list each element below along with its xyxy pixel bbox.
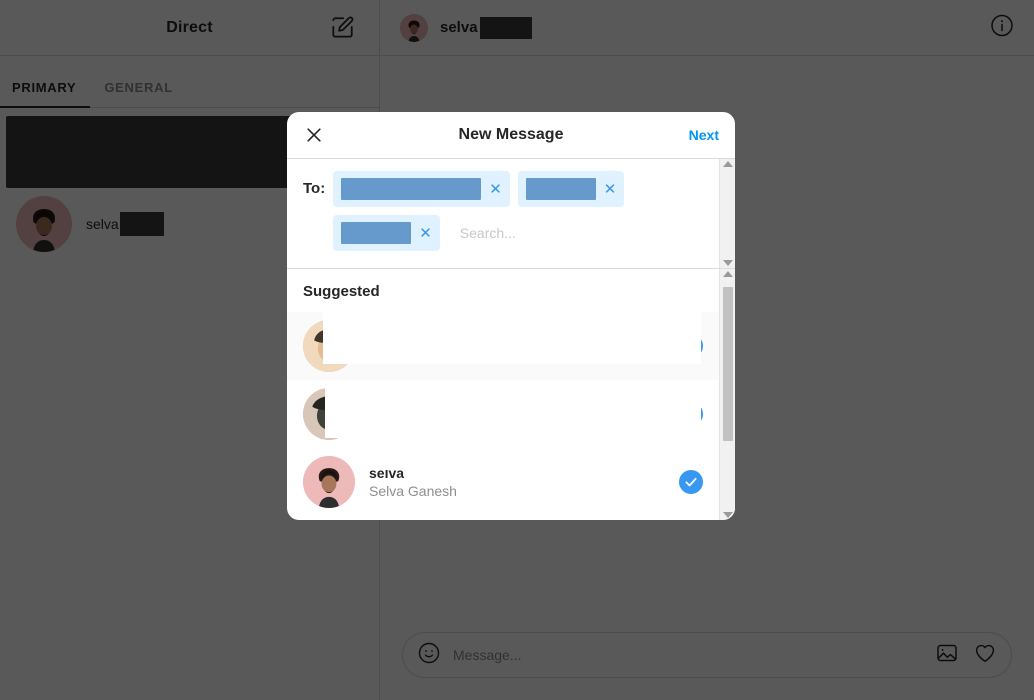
scroll-up-icon[interactable] xyxy=(722,271,733,277)
recipients-field: To: ✕ ✕ ✕ Search... xyxy=(287,159,735,269)
list-item-fullname: Selva Ganesh xyxy=(369,483,457,499)
username-redaction xyxy=(383,452,701,470)
recipient-chip: ✕ xyxy=(333,215,440,251)
suggested-column: Suggested selva Selva Ganesh xyxy=(287,269,719,520)
recipient-chip: ✕ xyxy=(517,171,625,207)
suggested-section: Suggested selva Selva Ganesh xyxy=(287,269,735,520)
avatar xyxy=(303,456,355,508)
recipient-chips: ✕ ✕ ✕ Search... xyxy=(333,171,719,268)
close-icon[interactable]: ✕ xyxy=(489,182,502,197)
search-input[interactable]: Search... xyxy=(448,215,719,251)
username-redaction xyxy=(325,380,701,438)
dialog-header: New Message Next xyxy=(287,112,735,159)
list-item[interactable] xyxy=(287,380,719,448)
dialog-title: New Message xyxy=(458,126,564,143)
scroll-down-icon[interactable] xyxy=(722,260,733,266)
selected-check-icon[interactable] xyxy=(679,470,703,494)
to-label: To: xyxy=(303,180,326,197)
recipient-chip: ✕ xyxy=(333,171,510,207)
recipients-inner: To: ✕ ✕ ✕ Search... xyxy=(287,159,719,268)
scroll-down-icon[interactable] xyxy=(722,512,733,518)
close-icon[interactable] xyxy=(303,124,325,146)
recipient-name-redaction xyxy=(525,178,596,200)
username-redaction xyxy=(323,312,701,364)
list-item[interactable]: selva Selva Ganesh xyxy=(287,448,719,516)
next-button[interactable]: Next xyxy=(689,127,719,143)
suggested-heading: Suggested xyxy=(303,283,380,300)
scrollbar-thumb[interactable] xyxy=(723,287,733,441)
new-message-dialog: New Message Next To: ✕ ✕ ✕ Search... Sug… xyxy=(287,112,735,520)
suggested-scrollbar[interactable] xyxy=(719,269,735,520)
close-icon[interactable]: ✕ xyxy=(419,226,432,241)
instagram-direct-screen: Direct PRIMARY GENERAL xyxy=(0,0,1034,700)
recipient-name-redaction xyxy=(341,178,482,200)
close-icon[interactable]: ✕ xyxy=(604,182,617,197)
scroll-up-icon[interactable] xyxy=(722,161,733,167)
list-item-text: selva Selva Ganesh xyxy=(369,465,665,499)
recipient-name-redaction xyxy=(341,222,412,244)
recipients-scrollbar[interactable] xyxy=(719,159,735,268)
suggested-list: selva Selva Ganesh xyxy=(287,312,719,520)
list-item[interactable] xyxy=(287,312,719,380)
